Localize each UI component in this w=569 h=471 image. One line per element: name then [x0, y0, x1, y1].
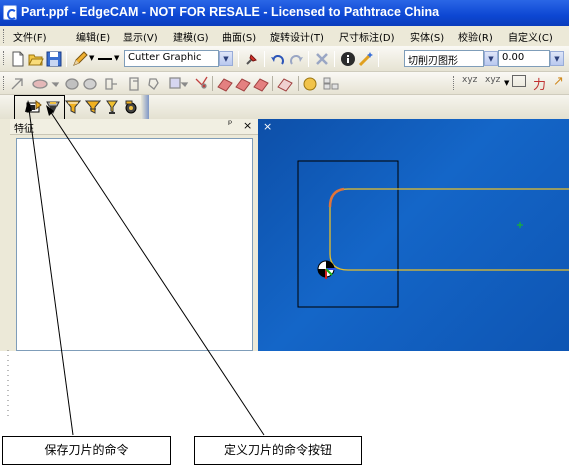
- callout-define-blade: 定义刀片的命令按钮: [194, 436, 362, 465]
- callout-line-save: [27, 101, 74, 436]
- callout-save-blade: 保存刀片的命令: [2, 436, 171, 465]
- arrow-head: [46, 105, 54, 116]
- arrow-head: [25, 100, 32, 112]
- callout-line-define: [47, 107, 265, 436]
- callout-lines: [7, 100, 265, 436]
